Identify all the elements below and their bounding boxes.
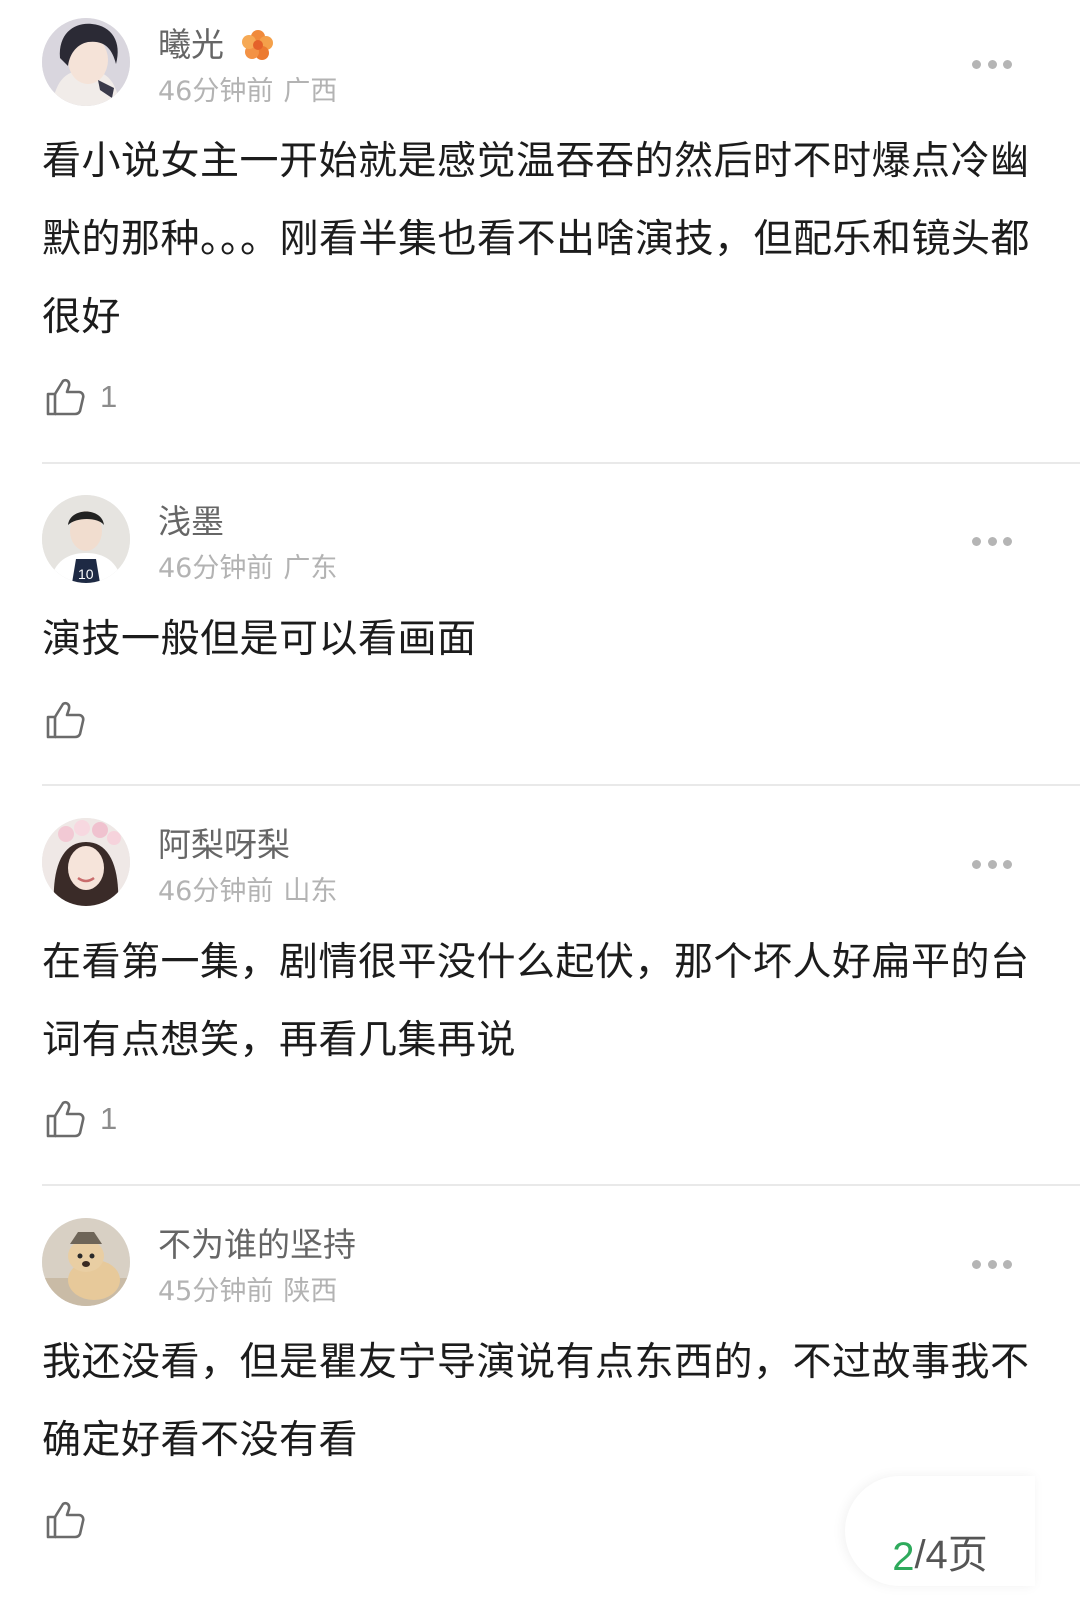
thumbs-up-icon (46, 1100, 85, 1138)
like-button[interactable]: 1 (44, 1098, 117, 1140)
like-button[interactable]: 1 (44, 376, 117, 418)
like-count: 1 (100, 379, 118, 414)
svg-text:10: 10 (78, 566, 94, 582)
comment-text: 看小说女主一开始就是感觉温吞吞的然后时不时爆点冷幽默的那种。。。刚看半集也看不出… (42, 139, 1031, 340)
avatar[interactable]: 10 (42, 495, 130, 583)
like-count: 1 (100, 1101, 118, 1136)
comment-text: 在看第一集，剧情很平没什么起伏，那个坏人好扁平的台词有点想笑，再看几集再说 (42, 940, 1030, 1063)
more-options-icon[interactable] (972, 856, 1012, 872)
comment-location: 广东 (283, 553, 338, 584)
username-text: 曦光 (158, 25, 224, 64)
comment-location: 山东 (283, 876, 338, 907)
flower-badge-icon (240, 27, 276, 63)
page-total: /4页 (914, 1533, 988, 1577)
username-text: 不为谁的坚持 (158, 1225, 356, 1264)
thumbs-up-icon (46, 378, 85, 416)
comment-location: 陕西 (283, 1276, 338, 1307)
comment-meta: 46分钟前 山东 (158, 876, 337, 908)
thumbs-up-icon (46, 1501, 85, 1539)
divider (42, 1184, 1080, 1186)
divider (42, 784, 1080, 786)
username-text: 浅墨 (158, 502, 224, 541)
comment-text: 我还没看，但是瞿友宁导演说有点东西的，不过故事我不确定好看不没有看 (42, 1340, 1030, 1463)
comment-text: 演技一般但是可以看画面 (42, 617, 477, 662)
avatar[interactable] (42, 1218, 130, 1306)
username[interactable]: 曦光 (158, 25, 276, 65)
comment-time: 46分钟前 (158, 76, 274, 107)
like-button[interactable] (44, 1499, 100, 1541)
divider (42, 462, 1080, 464)
comment-time: 46分钟前 (158, 553, 274, 584)
comment-location: 广西 (283, 76, 338, 107)
avatar[interactable] (42, 818, 130, 906)
like-button[interactable] (44, 699, 100, 741)
avatar[interactable] (42, 18, 130, 106)
page-current: 2 (892, 1535, 915, 1579)
comment-time: 45分钟前 (158, 1276, 274, 1307)
comment-meta: 46分钟前 广西 (158, 76, 337, 108)
comment-meta: 46分钟前 广东 (158, 553, 337, 585)
username[interactable]: 浅墨 (158, 502, 224, 542)
page-indicator[interactable]: 2/4页 (845, 1476, 1035, 1586)
thumbs-up-icon (46, 701, 85, 739)
more-options-icon[interactable] (972, 533, 1012, 549)
more-options-icon[interactable] (972, 1256, 1012, 1272)
username[interactable]: 阿梨呀梨 (158, 825, 290, 865)
comment-meta: 45分钟前 陕西 (158, 1276, 337, 1308)
username[interactable]: 不为谁的坚持 (158, 1225, 356, 1265)
more-options-icon[interactable] (972, 56, 1012, 72)
username-text: 阿梨呀梨 (158, 825, 290, 864)
comment-time: 46分钟前 (158, 876, 274, 907)
